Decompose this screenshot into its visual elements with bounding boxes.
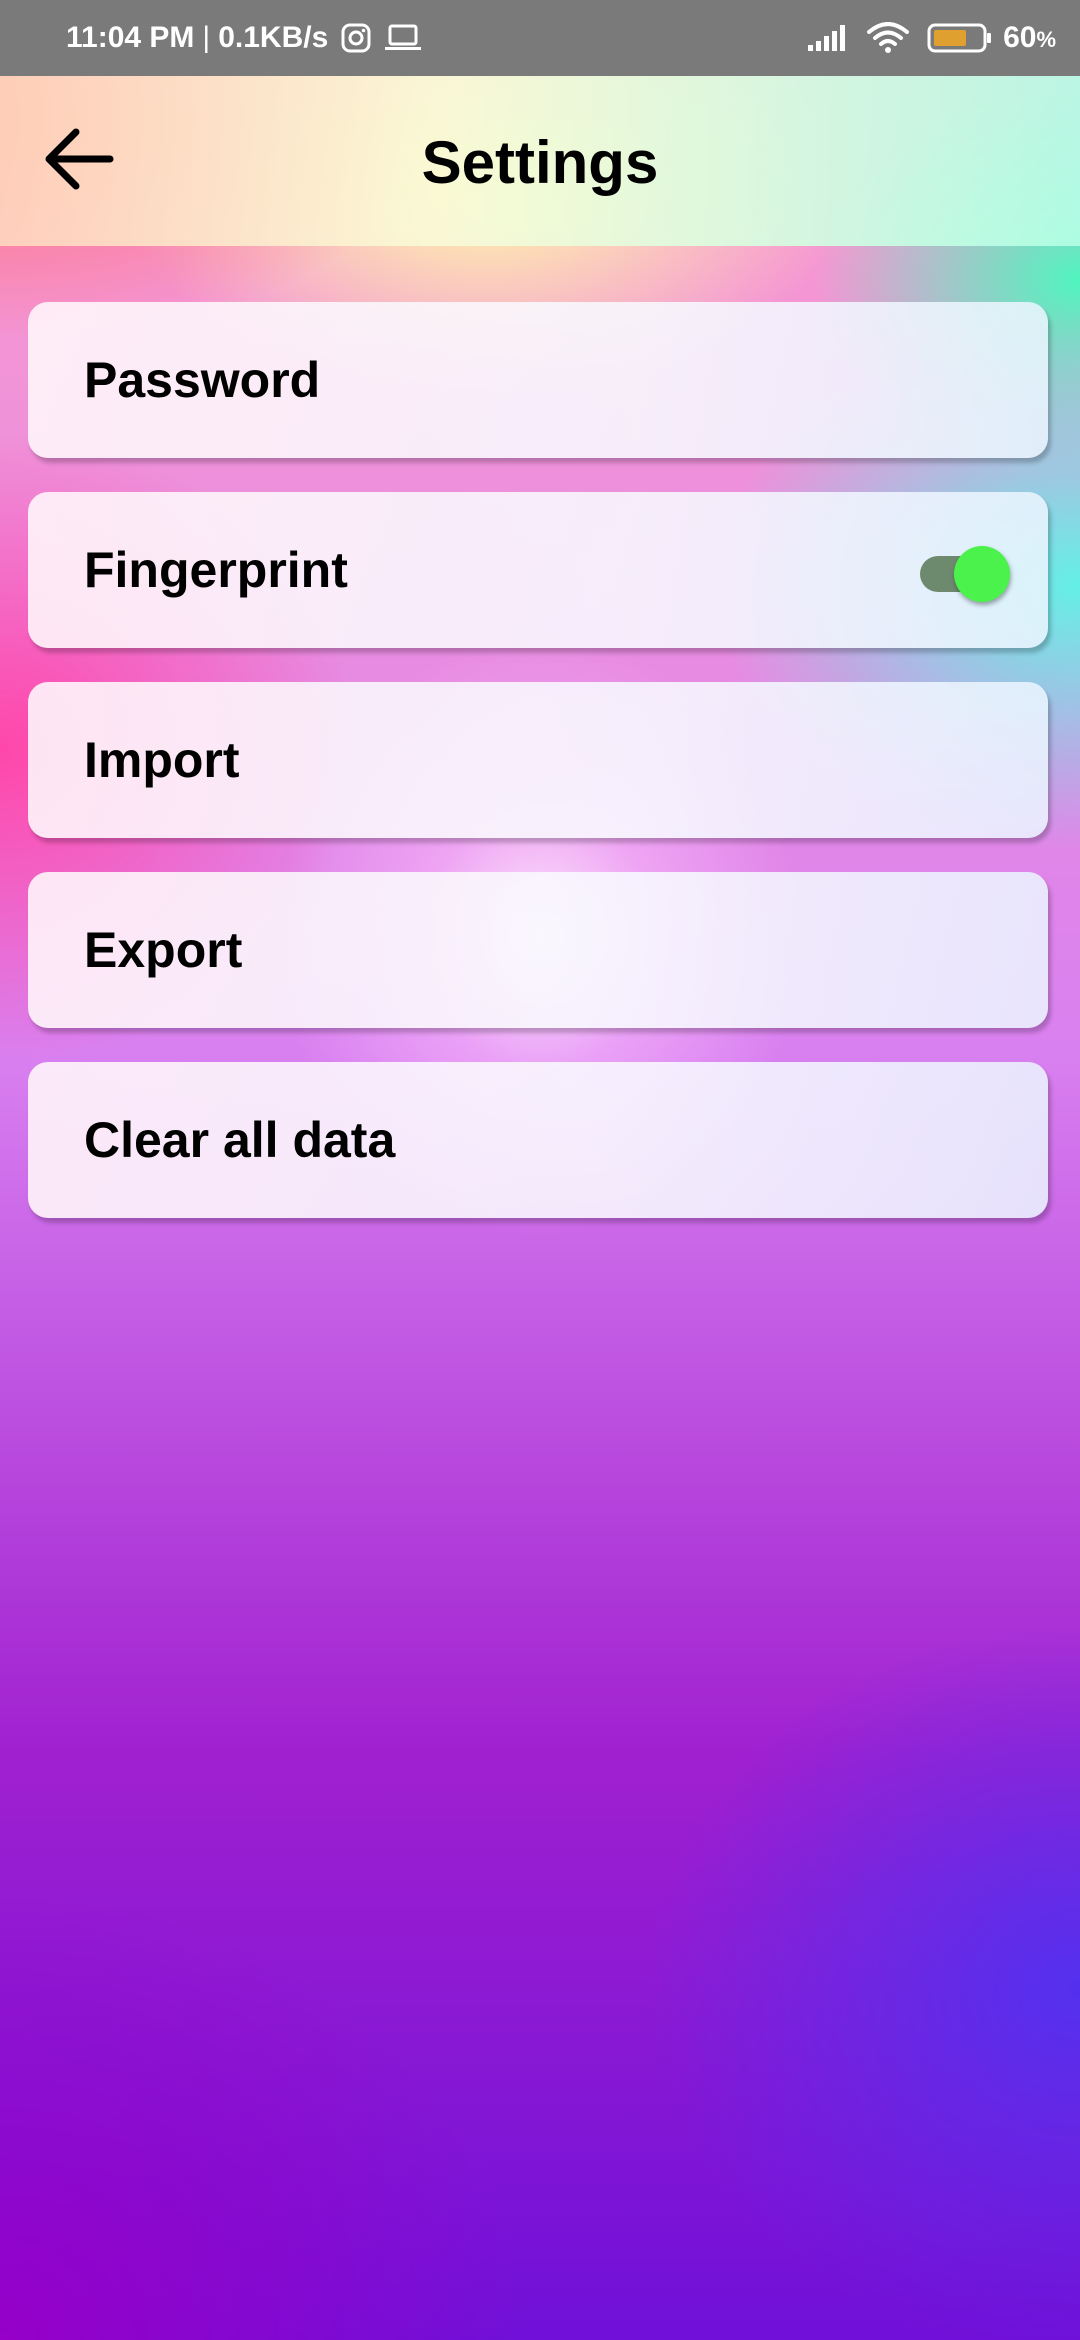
settings-item-label: Fingerprint	[84, 542, 348, 598]
instagram-icon	[340, 22, 372, 54]
laptop-icon	[384, 23, 422, 53]
settings-item-password[interactable]: Password	[28, 302, 1048, 458]
status-bar: 11:04 PM | 0.1KB/s 60%	[0, 0, 1080, 76]
page-title: Settings	[421, 129, 659, 196]
status-separator: |	[202, 21, 211, 54]
settings-item-clear-all-data[interactable]: Clear all data	[28, 1062, 1048, 1218]
settings-item-label: Password	[84, 352, 321, 408]
status-bar-right: 60%	[789, 21, 1056, 55]
wifi-icon	[867, 22, 910, 54]
status-time: 11:04 PM	[66, 21, 195, 54]
battery-icon	[927, 22, 993, 54]
fingerprint-toggle[interactable]	[920, 542, 1010, 602]
settings-item-label: Export	[84, 922, 243, 978]
settings-item-label: Import	[84, 732, 240, 788]
settings-item-import[interactable]: Import	[28, 682, 1048, 838]
app-bar: Settings	[0, 76, 1080, 246]
settings-item-fingerprint[interactable]: Fingerprint	[28, 492, 1048, 648]
settings-list: Password Fingerprint Import Export Clear…	[28, 302, 1048, 1252]
network-speed: 0.1KB/s	[218, 21, 329, 54]
toggle-thumb	[954, 546, 1010, 602]
status-bar-left: 11:04 PM | 0.1KB/s	[66, 21, 422, 55]
settings-item-export[interactable]: Export	[28, 872, 1048, 1028]
settings-item-label: Clear all data	[84, 1112, 396, 1168]
battery-percent-label: 60%	[1003, 21, 1056, 54]
signal-icon	[807, 23, 849, 53]
